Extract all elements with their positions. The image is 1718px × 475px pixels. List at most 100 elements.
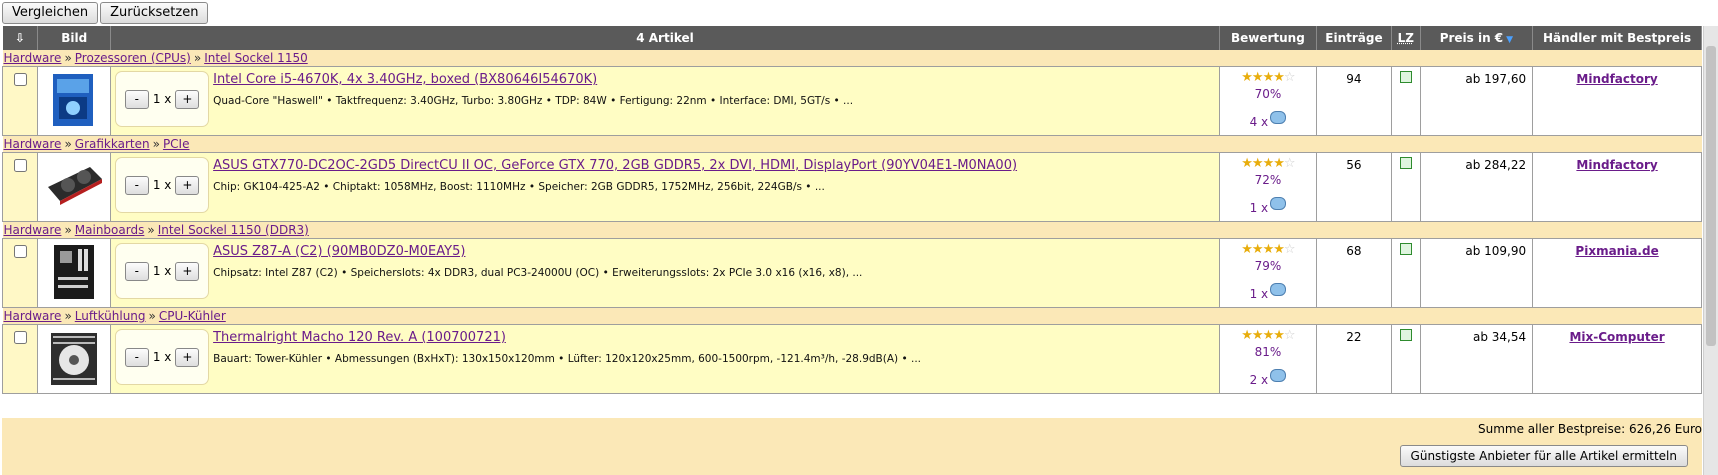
select-all-arrow-icon[interactable]: ⇩ (2, 26, 39, 50)
header-price[interactable]: Preis in € ▼ (1420, 26, 1534, 50)
product-cell: - 1 x + ASUS GTX770-DC2OC-2GD5 DirectCU … (110, 152, 1220, 222)
product-title-link[interactable]: ASUS GTX770-DC2OC-2GD5 DirectCU II OC, G… (213, 158, 1017, 174)
product-description: Quad-Core "Haswell" • Taktfrequenz: 3.40… (213, 95, 854, 107)
star-full-icon: ★ (1273, 70, 1285, 85)
star-empty-icon: ☆ (1283, 242, 1296, 257)
product-cooler-image[interactable] (45, 333, 103, 392)
star-full-icon: ★ (1251, 242, 1264, 257)
table-row: - 1 x + Thermalright Macho 120 Rev. A (1… (1, 324, 1702, 394)
increase-qty-button[interactable]: + (175, 261, 200, 281)
breadcrumb-link[interactable]: CPU-Kühler (159, 309, 226, 323)
category-row: Hardware» Prozessoren (CPUs)» Intel Sockel… (2, 50, 1702, 67)
dealer-link[interactable]: Mindfactory (1576, 158, 1657, 172)
table-row: - 1 x + ASUS Z87-A (C2) (90MB0DZ0-M0EAY5… (1, 238, 1702, 308)
review-count[interactable]: 4 x (1220, 111, 1316, 129)
compare-button[interactable]: Vergleichen (2, 2, 99, 24)
breadcrumb-link[interactable]: Intel Sockel 1150 (204, 51, 308, 65)
rating-cell: ★★★★☆ 79% 1 x (1218, 238, 1317, 308)
product-mainboard-image[interactable] (50, 245, 98, 304)
star-full-icon: ★ (1273, 328, 1285, 343)
decrease-qty-button[interactable]: - (124, 261, 149, 281)
find-cheapest-button[interactable]: Günstigste Anbieter für alle Artikel erm… (1399, 445, 1688, 467)
breadcrumb-link[interactable]: Hardware (4, 223, 62, 237)
best-price: ab 284,22 (1465, 158, 1527, 172)
select-cell (1, 66, 39, 136)
rating-stars[interactable]: ★★★★☆ (1220, 156, 1316, 171)
select-checkbox[interactable] (13, 73, 27, 86)
header-dealer: Händler mit Bestpreis (1532, 26, 1702, 50)
header-lz[interactable]: LZ (1391, 26, 1421, 50)
header-article-count: 4 Artikel (110, 26, 1220, 50)
footer-panel: Summe aller Bestpreise: 626,26 Euro Güns… (2, 418, 1702, 475)
quantity-value: 1 x (152, 92, 172, 106)
breadcrumb-link[interactable]: Grafikkarten (75, 137, 150, 151)
speech-bubble-icon (1270, 283, 1287, 296)
increase-qty-button[interactable]: + (175, 89, 200, 109)
entries-count: 56 (1346, 158, 1362, 172)
scrollbar-thumb[interactable] (1706, 46, 1716, 346)
rating-percent[interactable]: 72% (1220, 173, 1316, 187)
breadcrumb: Hardware» Luftkühlung» CPU-Kühler (2, 307, 1702, 325)
breadcrumb-separator: » (64, 137, 72, 151)
increase-qty-button[interactable]: + (175, 175, 200, 195)
category-row: Hardware» Luftkühlung» CPU-Kühler (2, 307, 1702, 325)
header-entries[interactable]: Einträge (1316, 26, 1392, 50)
product-table: ⇩ Bild 4 Artikel Bewertung Einträge LZ P… (1, 26, 1702, 394)
product-cell: - 1 x + Intel Core i5-4670K, 4x 3.40GHz,… (110, 66, 1220, 136)
header-row: ⇩ Bild 4 Artikel Bewertung Einträge LZ P… (2, 26, 1702, 50)
dealer-link[interactable]: Pixmania.de (1575, 244, 1658, 258)
product-cpu-box-image[interactable] (49, 74, 99, 132)
decrease-qty-button[interactable]: - (124, 175, 149, 195)
product-title-link[interactable]: Intel Core i5-4670K, 4x 3.40GHz, boxed (… (213, 72, 853, 88)
product-gpu-image[interactable] (44, 167, 104, 218)
sort-desc-icon[interactable]: ▼ (1506, 35, 1513, 45)
select-checkbox[interactable] (13, 245, 27, 258)
select-cell (1, 238, 39, 308)
breadcrumb-link[interactable]: Hardware (4, 137, 62, 151)
star-empty-icon: ☆ (1283, 70, 1296, 85)
price-cell: ab 284,22 (1419, 152, 1534, 222)
breadcrumb-link[interactable]: Mainboards (75, 223, 145, 237)
dealer-link[interactable]: Mix-Computer (1569, 330, 1664, 344)
product-title-link[interactable]: Thermalright Macho 120 Rev. A (100700721… (213, 330, 921, 346)
rating-stars[interactable]: ★★★★☆ (1220, 242, 1316, 257)
select-checkbox[interactable] (13, 159, 27, 172)
decrease-qty-button[interactable]: - (124, 347, 149, 367)
product-title-link[interactable]: ASUS Z87-A (C2) (90MB0DZ0-M0EAY5) (213, 244, 862, 260)
review-count[interactable]: 2 x (1220, 369, 1316, 387)
breadcrumb-link[interactable]: Hardware (4, 309, 62, 323)
product-image[interactable] (37, 66, 112, 136)
rating-percent[interactable]: 79% (1220, 259, 1316, 273)
vertical-scrollbar[interactable] (1703, 26, 1718, 475)
product-image[interactable] (37, 324, 112, 394)
header-rating[interactable]: Bewertung (1219, 26, 1317, 50)
breadcrumb-link[interactable]: Intel Sockel 1150 (DDR3) (158, 223, 309, 237)
speech-bubble-icon (1270, 197, 1287, 210)
category-row: Hardware» Mainboards» Intel Sockel 1150 (D… (2, 221, 1702, 239)
product-cell: - 1 x + ASUS Z87-A (C2) (90MB0DZ0-M0EAY5… (110, 238, 1220, 308)
availability-indicator (1399, 329, 1412, 341)
breadcrumb-link[interactable]: PCIe (163, 137, 190, 151)
reset-button[interactable]: Zurücksetzen (100, 2, 209, 24)
breadcrumb-separator: » (152, 137, 160, 151)
product-image[interactable] (37, 152, 112, 222)
rating-stars[interactable]: ★★★★☆ (1220, 70, 1316, 85)
review-count[interactable]: 1 x (1220, 197, 1316, 215)
breadcrumb-link[interactable]: Prozessoren (CPUs) (75, 51, 191, 65)
dealer-cell: Pixmania.de (1532, 238, 1702, 308)
decrease-qty-button[interactable]: - (124, 89, 149, 109)
lz-cell (1390, 152, 1421, 222)
rating-stars[interactable]: ★★★★☆ (1220, 328, 1316, 343)
rating-percent[interactable]: 81% (1220, 345, 1316, 359)
select-checkbox[interactable] (13, 331, 27, 344)
review-count[interactable]: 1 x (1220, 283, 1316, 301)
breadcrumb-link[interactable]: Luftkühlung (75, 309, 146, 323)
star-full-icon: ★ (1251, 70, 1264, 85)
dealer-link[interactable]: Mindfactory (1576, 72, 1657, 86)
product-image[interactable] (37, 238, 112, 308)
increase-qty-button[interactable]: + (175, 347, 200, 367)
speech-bubble-icon (1270, 369, 1287, 382)
rating-percent[interactable]: 70% (1220, 87, 1316, 101)
breadcrumb-link[interactable]: Hardware (4, 51, 62, 65)
review-count-label: 1 x (1249, 201, 1269, 215)
